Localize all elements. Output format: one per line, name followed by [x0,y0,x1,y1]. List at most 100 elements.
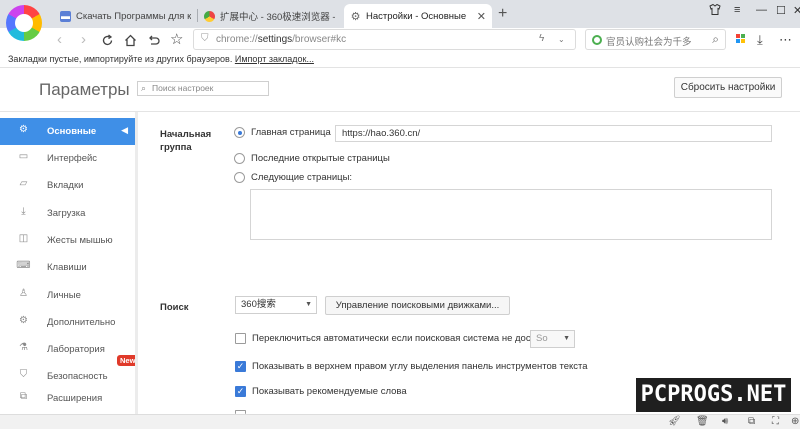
sidebar-item-advanced[interactable]: ⚙ Дополнительно [0,309,137,336]
import-bookmarks-link[interactable]: Импорт закладок... [235,54,314,64]
rocket-icon[interactable]: 🚀︎ [668,416,681,427]
tabs-icon: ▱ [19,178,28,189]
startup-homepage-label: Главная страница [251,127,331,138]
bookmark-star-icon[interactable]: ☆ [170,30,183,50]
address-url: chrome://settings/browser#kc [216,34,347,45]
manage-search-engines-button[interactable]: Управление поисковыми движками... [325,296,510,315]
show-recommended-checkbox[interactable]: ✓ [235,386,246,397]
gear-icon: ⚙ [19,315,28,326]
sidebar-item-label: Личные [47,290,81,301]
sidebar-item-label: Клавиши [47,262,87,273]
sidebar-item-label: Основные [47,126,97,137]
apps-grid-icon[interactable] [736,34,746,44]
sidebar-item-label: Дополнительно [47,317,116,328]
show-text-toolbar-checkbox[interactable]: ✓ [235,361,246,372]
zoom-icon[interactable]: ⊕ [791,416,799,427]
sidebar-item-label: Загрузка [47,208,86,219]
user-icon: ♙ [19,288,28,299]
mouse-icon: ◫ [18,233,29,244]
sidebar-item-label: Вкладки [47,180,84,191]
window-restore-icon[interactable]: ⧉ [748,416,755,427]
download-icon[interactable]: ⤓ [757,30,763,50]
sidebar-item-extensions[interactable]: ⧉ Расширения [0,385,137,412]
sidebar-item-interface[interactable]: ▭ Интерфейс [0,145,137,172]
close-tab-icon[interactable]: ✕ [477,10,486,23]
auto-switch-checkbox[interactable] [235,333,246,344]
sidebar-item-label: Жесты мышью [47,235,113,246]
dropdown-arrow-icon: ▼ [563,335,570,342]
startup-following-pages-radio[interactable] [234,172,245,183]
more-icon[interactable]: ⋯ [779,30,792,50]
tab-title: Скачать Программы для ко [76,10,191,22]
dropdown-arrow-icon: ▼ [305,301,312,308]
auto-switch-engine-select[interactable]: So ▼ [530,330,575,348]
sidebar-item-label: Лаборатория [47,344,105,355]
search-group-label: Поиск [160,302,189,313]
startup-following-pages-label: Следующие страницы: [251,172,353,183]
auto-switch-label: Переключиться автоматически если поисков… [252,333,556,344]
tab-extensions[interactable]: 扩展中心 - 360极速浏览器 - 小 [198,4,341,28]
startup-group-label: Начальная группа [160,129,212,153]
shield-icon: ⛉ [19,369,28,380]
search-box[interactable]: 官员认购社会为千多 ⌕ [585,29,726,50]
search-engine-select[interactable]: 360搜索 ▼ [235,296,317,314]
caret-left-icon: ◀ [121,125,128,135]
bookmarks-bar: Закладки пустые, импортируйте из других … [0,52,800,68]
sidebar-item-hotkeys[interactable]: ⌨ Клавиши [0,254,137,281]
sidebar-item-general[interactable]: ⚙ Основные ◀ [0,118,137,145]
back-icon[interactable]: ‹ [57,30,62,50]
menu-icon[interactable]: ≡ [734,4,740,16]
sidebar-item-label: Расширения [47,393,103,404]
show-text-toolbar-label: Показывать в верхнем правом углу выделен… [252,361,588,372]
security-shield-icon: ⛉ [201,33,209,44]
tab-title: 扩展中心 - 360极速浏览器 - 小 [220,12,335,23]
page-title: Параметры [39,80,130,99]
search-icon[interactable]: ⌕ [712,32,719,47]
search-box-placeholder: 官员认购社会为千多 [606,37,692,48]
close-window-icon[interactable]: ✕ [793,4,800,17]
homepage-url-input[interactable]: https://hao.360.cn/ [335,125,772,142]
sidebar-item-personal[interactable]: ♙ Личные [0,282,137,309]
search-engine-value: 360搜索 [241,299,276,310]
reload-icon[interactable] [101,30,114,53]
tab-title: Настройки - Основные [366,10,467,22]
tab-strip: ▬ Скачать Программы для ко 扩展中心 - 360极速浏… [0,0,800,41]
minimize-icon[interactable]: — [756,4,767,16]
chrome-logo-icon [204,10,215,22]
startup-last-pages-label: Последние открытые страницы [251,153,390,164]
startup-homepage-radio[interactable] [234,127,245,138]
tab-download-programs[interactable]: ▬ Скачать Программы для ко [54,4,197,28]
keyboard-icon: ⌨ [16,260,31,271]
download-icon: ⤓ [21,206,26,217]
maximize-icon[interactable]: ☐ [776,4,786,17]
new-tab-icon[interactable]: + [498,5,507,23]
trash-icon[interactable]: 🗑︎ [696,416,709,427]
fullscreen-icon[interactable]: ⛶ [772,416,779,427]
flask-icon: ⚗ [19,342,28,353]
sidebar-item-mouse-gestures[interactable]: ◫ Жесты мышью [0,227,137,254]
following-pages-textarea[interactable] [250,189,772,240]
settings-search-placeholder: Поиск настроек [152,83,214,93]
window-icon: ▭ [18,151,29,162]
bookmarks-empty-message: Закладки пустые, импортируйте из других … [8,54,233,64]
shirt-skin-icon[interactable] [709,3,721,18]
browser-logo-icon[interactable] [6,5,42,41]
lightning-icon[interactable]: ϟ [539,33,544,44]
watermark-logo: PCPROGS.NET [636,378,791,412]
settings-sidebar: ⚙ Основные ◀ ▭ Интерфейс ▱ Вкладки ⤓ Заг… [0,112,139,429]
gear-icon: ⚙ [350,10,361,23]
chevron-down-icon[interactable]: ⌄ [558,35,565,44]
address-bar[interactable]: ⛉ chrome://settings/browser#kc ϟ ⌄ [193,29,576,50]
startup-last-pages-radio[interactable] [234,153,245,164]
sound-icon[interactable]: 🔊︎ [722,416,728,427]
sidebar-item-tabs[interactable]: ▱ Вкладки [0,172,137,199]
tab-settings[interactable]: ⚙ Настройки - Основные ✕ [344,4,492,28]
settings-search-input[interactable]: ⌕ Поиск настроек [137,81,269,96]
forward-icon[interactable]: › [81,30,86,50]
show-recommended-label: Показывать рекомендуемые слова [252,386,407,397]
reset-settings-button[interactable]: Сбросить настройки [674,77,782,98]
undo-close-tab-icon[interactable] [147,30,160,53]
sidebar-item-downloads[interactable]: ⤓ Загрузка [0,200,137,227]
home-icon[interactable] [124,30,137,53]
sidebar-scrollbar[interactable] [135,112,138,429]
